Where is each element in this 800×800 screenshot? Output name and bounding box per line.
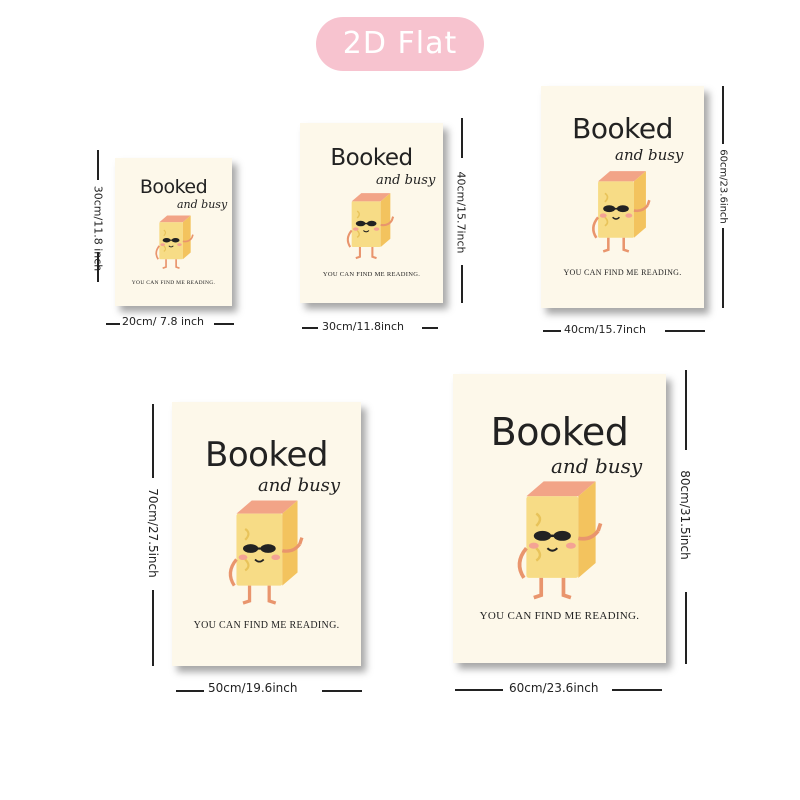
dim-width-line [176,690,204,692]
book-mascot [346,193,395,260]
poster-20x30: Booked and busy YOU CAN FIND ME READING. [115,158,232,306]
dim-height-label: 40cm/15.7inch [454,171,468,254]
dim-height-label: 80cm/31.5inch [678,470,692,560]
dim-width-label: 60cm/23.6inch [509,681,599,695]
dim-height-label: 60cm/23.6inch [717,149,729,224]
dim-height-line [152,404,154,478]
book-mascot [592,171,651,253]
book-mascot-illustration [592,171,651,253]
dim-width-line [106,323,120,325]
poster-tagline: YOU CAN FIND ME READING. [479,610,640,622]
poster-title: Booked [572,112,673,145]
dim-width-label: 20cm/ 7.8 inch [122,315,205,328]
book-mascot-illustration [346,193,395,260]
poster-30x40: Booked and busy YOU CAN FIND ME READING. [300,123,443,303]
book-mascot-illustration [155,215,194,269]
dim-width-line [302,327,318,329]
dim-width-line [322,690,362,692]
dim-width-label: 50cm/19.6inch [208,681,298,695]
style-badge: 2D Flat [316,17,484,71]
poster-title: Booked [490,410,629,454]
dim-height-line [685,370,687,450]
dim-height-line [685,592,687,664]
poster-tagline: YOU CAN FIND ME READING. [131,280,216,286]
dim-width-line [665,330,705,332]
poster-title: Booked [139,176,208,198]
book-mascot [228,500,304,605]
poster-tagline: YOU CAN FIND ME READING. [193,620,340,631]
poster-title: Booked [205,435,328,475]
book-mascot-illustration [228,500,304,605]
poster-subtitle: and busy [177,198,228,211]
dim-width-label: 30cm/11.8inch [322,320,405,333]
dim-width-label: 40cm/15.7inch [564,323,647,336]
dim-height-label: 30cm/11.8 inch [91,185,105,272]
dim-height-line [152,590,154,666]
dim-width-line [543,330,561,332]
book-mascot [517,481,603,600]
poster-subtitle: and busy [615,146,684,164]
poster-tagline: YOU CAN FIND ME READING. [322,271,421,278]
poster-title: Booked [330,145,413,171]
poster-50x70: Booked and busy YOU CAN FIND ME READING. [172,402,361,666]
poster-subtitle: and busy [258,475,341,496]
poster-subtitle: and busy [376,173,436,188]
dim-width-line [214,323,234,325]
book-mascot-illustration [517,481,603,600]
book-mascot [155,215,194,269]
dim-width-line [612,689,662,691]
dim-width-line [455,689,503,691]
poster-60x80: Booked and busy YOU CAN FIND ME READING. [453,374,666,663]
dim-height-label: 70cm/27.5inch [146,488,160,578]
poster-tagline: YOU CAN FIND ME READING. [563,268,682,277]
poster-40x60: Booked and busy YOU CAN FIND ME READING. [541,86,704,308]
dim-width-line [422,327,438,329]
